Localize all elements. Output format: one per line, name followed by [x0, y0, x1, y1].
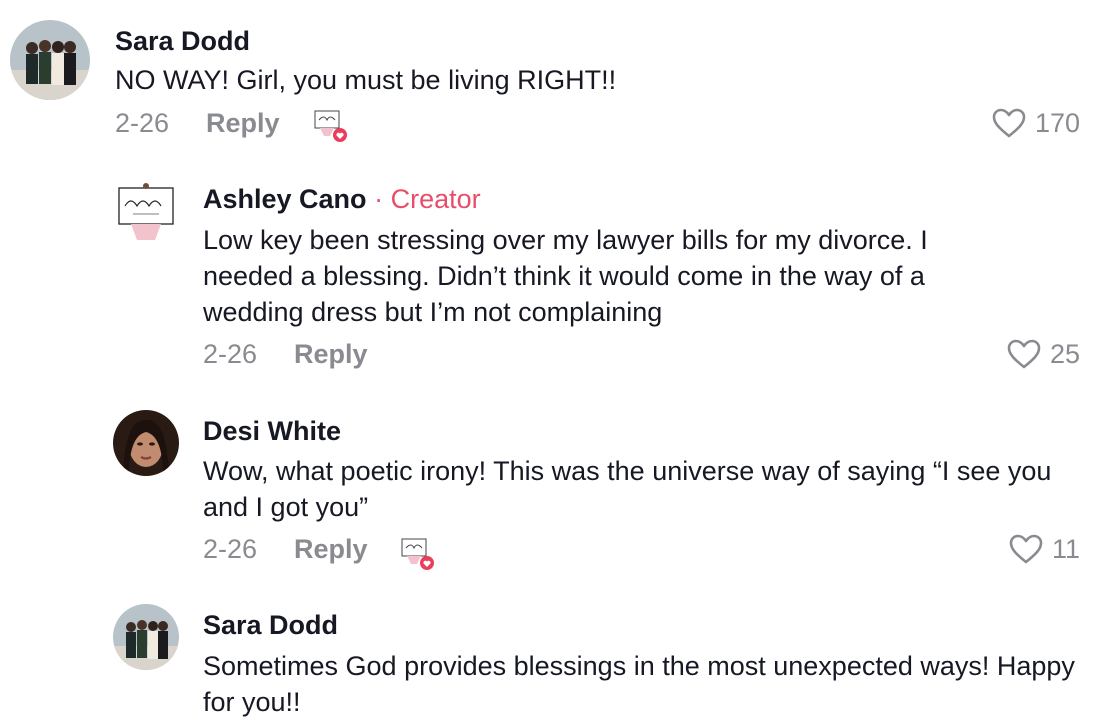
- reply-button[interactable]: Reply: [294, 339, 368, 370]
- badge-separator: ·: [374, 184, 384, 214]
- comment-author[interactable]: Desi White: [203, 416, 341, 447]
- like-button[interactable]: 11: [1008, 533, 1080, 565]
- comment-date: 2-26: [115, 108, 170, 138]
- comment-author[interactable]: Ashley Cano · Creator: [203, 184, 481, 215]
- avatar[interactable]: [113, 410, 179, 476]
- heart-outline-icon: [1009, 534, 1043, 564]
- heart-outline-icon: [992, 108, 1026, 138]
- heart-outline-icon: [1007, 339, 1041, 369]
- reply-button[interactable]: Reply: [206, 108, 280, 139]
- comment-author[interactable]: Sara Dodd: [115, 26, 250, 57]
- avatar[interactable]: [113, 178, 179, 244]
- reply-button[interactable]: Reply: [294, 534, 368, 565]
- comment-text: Wow, what poetic irony! This was the uni…: [203, 456, 1052, 522]
- comment-date: 2-26: [203, 339, 258, 369]
- like-count: 170: [1034, 107, 1080, 138]
- like-count: 11: [1051, 533, 1080, 564]
- comment-text: Low key been stressing over my lawyer bi…: [203, 225, 928, 327]
- comment-text: Sometimes God provides blessings in the …: [203, 651, 1075, 717]
- comment-author[interactable]: Sara Dodd: [203, 610, 338, 641]
- like-button[interactable]: 25: [1006, 338, 1080, 370]
- comment-text: NO WAY! Girl, you must be living RIGHT!!: [115, 65, 617, 95]
- creator-liked-badge-icon: [399, 534, 437, 572]
- comment-date: 2-26: [203, 534, 258, 564]
- avatar[interactable]: [113, 604, 179, 670]
- like-count: 25: [1049, 338, 1080, 369]
- creator-badge: Creator: [390, 184, 481, 214]
- avatar[interactable]: [10, 20, 90, 100]
- author-name[interactable]: Ashley Cano: [203, 184, 367, 214]
- creator-liked-badge-icon: [312, 106, 350, 144]
- like-button[interactable]: 170: [991, 107, 1080, 139]
